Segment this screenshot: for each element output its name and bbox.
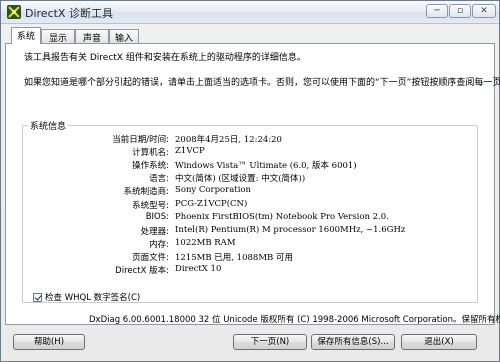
system-info-row: 系统制造商: Sony Corporation — [23, 185, 463, 197]
info-label: 系统制造商: — [123, 187, 169, 198]
info-label: 处理器: — [140, 226, 169, 237]
dxdiag-window: DirectX 诊断工具 ─ ▫ ✕ 系统 显示 声音 输入 该工具报告有关 D… — [0, 0, 500, 362]
system-info-row: 操作系统: Windows Vista™ Ultimate (6.0, 版本 60… — [23, 159, 463, 171]
directx-icon — [7, 5, 21, 19]
info-value: 1215MB 已用, 1088MB 可用 — [175, 252, 293, 263]
tab-display[interactable]: 显示 — [41, 29, 75, 44]
system-info-group: 系统信息 当前日期/时间: 2008年4月25日, 12:24:20 计算机名: Z1… — [22, 119, 478, 303]
system-info-row: 计算机名: Z1VCP — [23, 146, 463, 158]
info-value: 2008年4月25日, 12:24:20 — [175, 135, 282, 145]
info-label: BIOS: — [145, 211, 169, 222]
whql-label: 检查 WHQL 数字签名(C) — [45, 293, 141, 303]
info-label: 操作系统: — [132, 161, 169, 172]
system-info-row: BIOS: Phoenix FirstBIOS(tm) Notebook Pro … — [23, 212, 463, 224]
info-label: DirectX 版本: — [115, 266, 169, 276]
tab-input[interactable]: 输入 — [109, 29, 139, 44]
next-page-button[interactable]: 下一页(N) — [233, 334, 307, 350]
info-value: Windows Vista™ Ultimate (6.0, 版本 6001) — [175, 161, 357, 172]
system-tab-panel: 该工具报告有关 DirectX 组件和安装在系统上的驱动程序的详细信息。 如果您… — [5, 43, 500, 325]
info-label: 当前日期/时间: — [112, 135, 169, 145]
system-info-row: 系统型号: PCG-Z1VCP(CN) — [23, 199, 463, 211]
info-value: 中文(简体) (区域设置: 中文(简体)) — [175, 174, 306, 185]
intro-line-1: 该工具报告有关 DirectX 组件和安装在系统上的驱动程序的详细信息。 — [24, 53, 306, 63]
info-label: 计算机名: — [132, 148, 169, 159]
info-label: 语言: — [149, 174, 169, 185]
info-value: DirectX 10 — [175, 264, 222, 274]
minimize-button[interactable]: ─ — [426, 4, 448, 18]
system-info-row: 语言: 中文(简体) (区域设置: 中文(简体)) — [23, 172, 463, 184]
info-label: 内存: — [149, 239, 169, 250]
checkbox-checked-icon[interactable] — [33, 293, 42, 302]
whql-checkbox[interactable]: 检查 WHQL 数字签名(C) — [33, 291, 140, 303]
info-value: Sony Corporation — [175, 185, 252, 196]
title-bar[interactable]: DirectX 诊断工具 ─ ▫ ✕ — [1, 1, 499, 24]
system-info-row: 处理器: Intel(R) Pentium(R) M processor 1600… — [23, 225, 463, 237]
help-button[interactable]: 帮助(H) — [13, 334, 85, 350]
intro-line-2: 如果您知道是哪个部分引起的错误，请单击上面适当的选项卡。否则，您可以使用下面的“… — [24, 78, 500, 88]
system-info-row: 页面文件: 1215MB 已用, 1088MB 可用 — [23, 251, 463, 263]
tab-sound[interactable]: 声音 — [75, 29, 109, 44]
info-value: PCG-Z1VCP(CN) — [175, 198, 248, 209]
exit-button[interactable]: 退出(X) — [401, 334, 477, 350]
system-info-row: DirectX 版本: DirectX 10 — [23, 264, 463, 276]
info-value: 1022MB RAM — [175, 237, 236, 248]
info-value: Intel(R) Pentium(R) M processor 1600MHz,… — [175, 224, 406, 235]
info-value: Phoenix FirstBIOS(tm) Notebook Pro Versi… — [175, 211, 389, 222]
info-label: 页面文件: — [132, 252, 169, 263]
save-all-button[interactable]: 保存所有信息(S)... — [311, 334, 395, 350]
info-value: Z1VCP — [175, 146, 205, 157]
tab-system[interactable]: 系统 — [11, 27, 41, 44]
system-info-row: 内存: 1022MB RAM — [23, 238, 463, 250]
maximize-button[interactable]: ▫ — [449, 4, 471, 18]
close-button[interactable]: ✕ — [472, 4, 496, 18]
info-label: 系统型号: — [132, 200, 169, 211]
window-title: DirectX 诊断工具 — [25, 7, 113, 20]
copyright-text: DxDiag 6.00.6001.18000 32 位 Unicode 版权所有… — [89, 315, 500, 325]
system-info-row: 当前日期/时间: 2008年4月25日, 12:24:20 — [23, 133, 463, 145]
system-info-title: 系统信息 — [28, 119, 69, 132]
